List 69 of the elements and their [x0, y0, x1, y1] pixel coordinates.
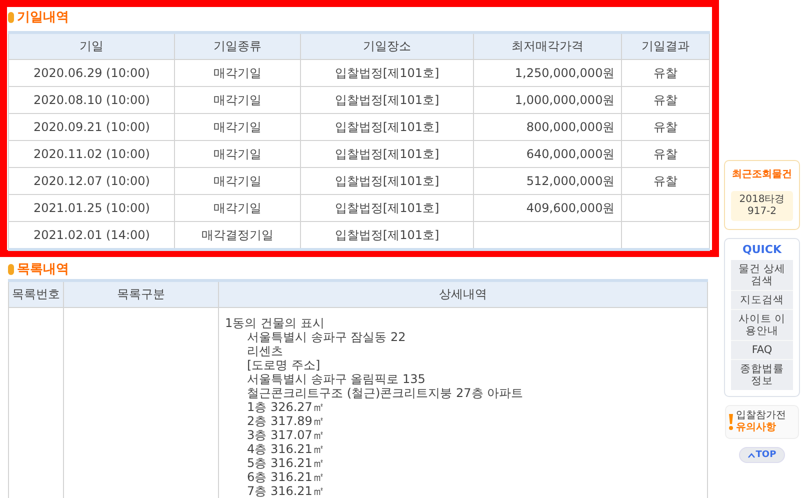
table-cell: 입찰법정[제101호] [300, 168, 474, 194]
detail-line: 1동의 건물의 표시 [225, 316, 326, 330]
detail-line: [도로명 주소] [246, 358, 322, 372]
recent-item-link[interactable]: 2018타경 917-2 [731, 191, 793, 221]
table-cell: 입찰법정[제101호] [300, 140, 474, 168]
detail-line: 서울특별시 송파구 잠실동 22 [246, 330, 407, 344]
exclamation-icon [728, 414, 734, 430]
notice-link[interactable]: 입찰참가전 유의사항 [725, 405, 799, 439]
table-cell: 매각기일 [174, 168, 300, 194]
table-cell: 1,250,000,000원 [474, 60, 622, 86]
column-header: 기일종류 [174, 32, 300, 60]
notice-text: 입찰참가전 [736, 410, 786, 422]
column-header: 기일 [8, 32, 175, 60]
table-cell: 유찰 [621, 140, 710, 168]
detail-line: 2층 317.89㎡ [246, 414, 326, 428]
top-button[interactable]: TOP [738, 447, 786, 463]
column-header: 목록번호 [8, 280, 64, 308]
detail-line: 7층 316.21㎡ [246, 484, 326, 498]
quick-menu-item[interactable]: 지도검색 [731, 291, 793, 310]
table-cell: 입찰법정[제101호] [300, 86, 474, 114]
panel-title: QUICK [742, 243, 782, 256]
table-cell: 입찰법정[제101호] [300, 194, 474, 222]
table-cell: 2020.06.29 (10:00) [8, 60, 175, 86]
caret-up-icon [748, 452, 755, 458]
table-cell: 매각기일 [174, 114, 300, 140]
quick-menu-item[interactable]: FAQ [731, 341, 793, 360]
table-cell: 유찰 [621, 60, 710, 86]
panel-title: 최근조회물건 [732, 168, 792, 181]
table-cell: 유찰 [621, 86, 710, 114]
table-cell: 입찰법정[제101호] [300, 60, 474, 86]
bullet-icon [8, 264, 14, 274]
section-title: 목록내역 [17, 261, 69, 278]
table-cell: 640,000,000원 [474, 140, 622, 168]
detail-line: 3층 317.07㎡ [246, 428, 326, 442]
table-cell: 매각기일 [174, 140, 300, 168]
quick-menu-item[interactable]: 종합법률 정보 [731, 360, 793, 390]
quick-menu-item[interactable]: 물건 상세검색 [731, 260, 793, 291]
section-title: 기일내역 [17, 9, 69, 26]
table-cell: 2020.11.02 (10:00) [8, 140, 175, 168]
table-cell: 2021.01.25 (10:00) [8, 194, 175, 222]
table-cell: 2020.08.10 (10:00) [8, 86, 175, 114]
table-cell: 2020.09.21 (10:00) [8, 114, 175, 140]
table-cell: 유찰 [621, 168, 710, 194]
table-cell: 매각기일 [174, 194, 300, 222]
table-cell: 512,000,000원 [474, 168, 622, 194]
table-cell: 1,000,000,000원 [474, 86, 622, 114]
table-cell: 매각기일 [174, 60, 300, 86]
detail-line: 6층 316.21㎡ [246, 470, 326, 484]
notice-text: 유의사항 [736, 422, 777, 434]
table-cell: 입찰법정[제101호] [300, 114, 474, 140]
column-header: 기일결과 [621, 32, 710, 60]
detail-line: 서울특별시 송파구 올림픽로 135 [246, 372, 426, 386]
detail-line: 리센츠 [246, 344, 284, 358]
bullet-icon [8, 12, 14, 22]
table-cell: 2021.02.01 (14:00) [8, 222, 175, 250]
table-cell: 매각기일 [174, 86, 300, 114]
quick-menu-item[interactable]: 사이트 이용안내 [731, 310, 793, 341]
column-header: 목록구분 [64, 280, 218, 308]
table-cell: 800,000,000원 [474, 114, 622, 140]
column-header: 기일장소 [300, 32, 474, 60]
detail-line: 5층 316.21㎡ [246, 456, 326, 470]
table-cell: 409,600,000원 [474, 194, 622, 222]
column-header: 상세내역 [218, 280, 708, 308]
detail-line: 1층 326.27㎡ [246, 400, 326, 414]
detail-line: 철근콘크리트구조 (철근)콘크리트지붕 27층 아파트 [246, 386, 524, 400]
column-header: 최저매각가격 [474, 32, 622, 60]
table-cell: 유찰 [621, 114, 710, 140]
detail-line: 4층 316.21㎡ [246, 442, 326, 456]
table-cell: 2020.12.07 (10:00) [8, 168, 175, 194]
